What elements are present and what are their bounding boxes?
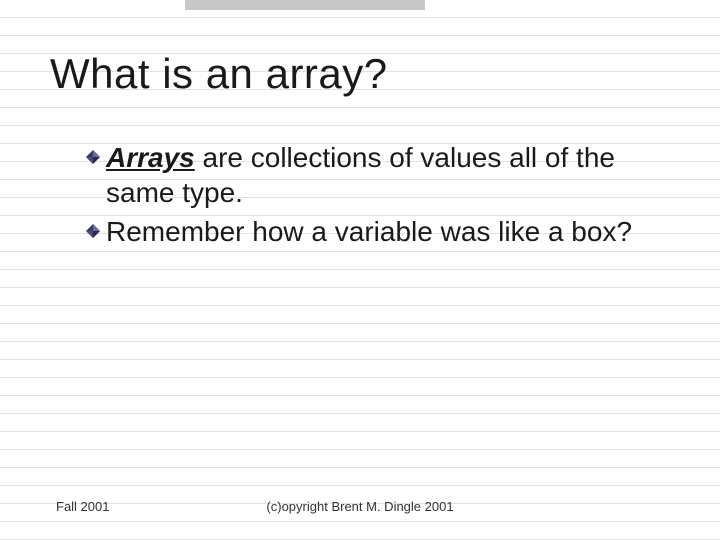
bullet-item: Remember how a variable was like a box? (86, 214, 670, 249)
emphasized-term: Arrays (106, 142, 195, 173)
bullet-text: Remember how a variable was like a box? (106, 214, 632, 249)
diamond-bullet-icon (86, 150, 100, 164)
footer-left: Fall 2001 (56, 499, 109, 514)
slide-title: What is an array? (50, 50, 670, 98)
header-accent-bar (185, 0, 425, 10)
bullet-item: Arrays are collections of values all of … (86, 140, 670, 210)
slide-footer: Fall 2001 (c)opyright Brent M. Dingle 20… (0, 499, 720, 514)
slide-body: Arrays are collections of values all of … (86, 140, 670, 249)
diamond-bullet-icon (86, 224, 100, 238)
bullet-text: Arrays are collections of values all of … (106, 140, 670, 210)
slide-content: What is an array? Arrays are collections… (0, 0, 720, 540)
